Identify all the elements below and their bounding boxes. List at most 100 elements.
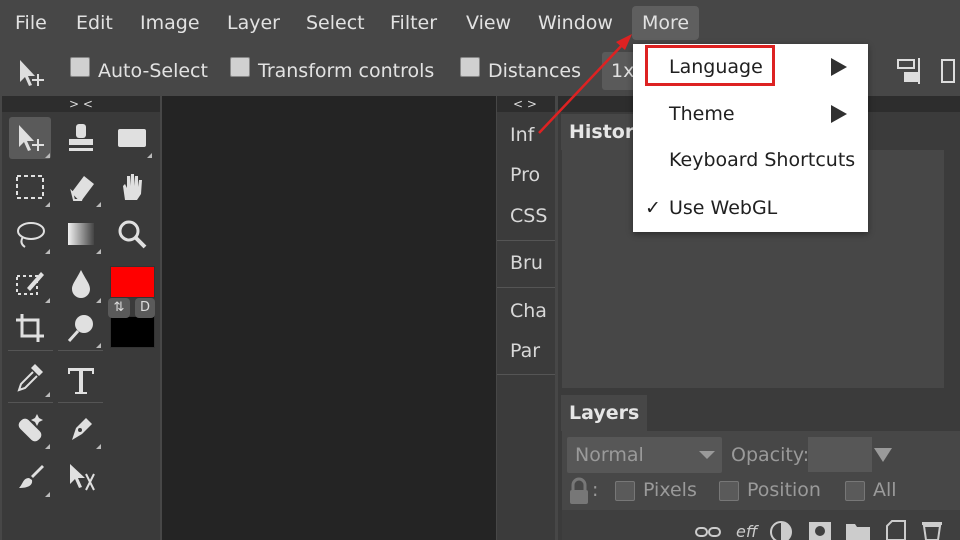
- menu-file[interactable]: File: [15, 6, 47, 40]
- toolbox-divider: [58, 350, 103, 351]
- rect-select-icon: [16, 175, 44, 199]
- lock-icon: [567, 476, 591, 510]
- eyedropper-icon: [17, 364, 43, 392]
- opacity-input[interactable]: [808, 437, 872, 472]
- checkmark-icon: ✓: [645, 197, 661, 219]
- lock-all-label: All: [873, 479, 897, 501]
- trash-icon[interactable]: [920, 519, 944, 540]
- panel-link-brushes[interactable]: Bru: [510, 252, 543, 274]
- gradient-tool-button[interactable]: [60, 213, 102, 255]
- adjustment-layer-icon[interactable]: [769, 520, 793, 540]
- new-layer-icon[interactable]: [884, 520, 908, 540]
- blur-tool-button[interactable]: [60, 262, 102, 304]
- transform-controls-label: Transform controls: [258, 60, 435, 82]
- auto-select-label: Auto-Select: [98, 60, 208, 82]
- distances-checkbox[interactable]: [460, 57, 480, 77]
- brush-tool-button[interactable]: [9, 456, 51, 498]
- magnifier-icon: [118, 220, 147, 249]
- stamp-tool-button[interactable]: [60, 117, 102, 159]
- foreground-color-swatch[interactable]: [110, 266, 155, 298]
- align-right-icon[interactable]: [894, 56, 922, 90]
- bandage-icon: [18, 414, 43, 442]
- hand-icon: [123, 174, 142, 200]
- panel-column-divider: [497, 374, 555, 375]
- auto-select-checkbox[interactable]: [70, 57, 90, 77]
- opacity-label: Opacity:: [731, 444, 810, 466]
- text-icon: [68, 368, 94, 394]
- menu-view[interactable]: View: [466, 6, 511, 40]
- blend-mode-value: Normal: [575, 444, 644, 466]
- menu-filter[interactable]: Filter: [390, 6, 437, 40]
- blend-mode-select[interactable]: Normal: [567, 437, 722, 473]
- eyedropper-tool-button[interactable]: [9, 356, 51, 398]
- menu-bar: File Edit Image Layer Select Filter View…: [0, 0, 960, 46]
- layers-panel-tab[interactable]: Layers: [561, 395, 648, 431]
- swap-colors-button[interactable]: ⇅: [108, 298, 130, 318]
- panel-column-divider: [497, 240, 555, 241]
- toolbox-divider: [58, 402, 103, 403]
- toolbox-divider: [8, 402, 53, 403]
- text-tool-button[interactable]: [60, 360, 102, 402]
- path-select-tool-button[interactable]: [60, 456, 102, 498]
- dodge-tool-button[interactable]: [60, 307, 102, 349]
- background-color-swatch[interactable]: [110, 316, 155, 348]
- opacity-dropdown-arrow[interactable]: [874, 448, 892, 462]
- lock-all-checkbox[interactable]: [845, 481, 865, 501]
- lock-pixels-label: Pixels: [643, 479, 697, 501]
- marquee-tool-button[interactable]: [9, 166, 51, 208]
- quick-select-tool-button[interactable]: [9, 262, 51, 304]
- lasso-icon: [17, 222, 45, 248]
- annotation-arrow: [538, 34, 632, 134]
- toolbox-header[interactable]: > <: [2, 96, 160, 112]
- distribute-icon[interactable]: [934, 56, 958, 90]
- dodge-icon: [67, 315, 93, 343]
- drop-icon: [72, 270, 90, 298]
- zoom-tool-button[interactable]: [111, 213, 153, 255]
- theme-submenu-arrow-icon: [831, 105, 847, 123]
- folder-icon[interactable]: [845, 520, 871, 540]
- lock-position-label: Position: [747, 479, 821, 501]
- path-select-icon: [70, 464, 95, 491]
- effects-button[interactable]: eff: [736, 522, 757, 540]
- hand-tool-button[interactable]: [111, 166, 153, 208]
- panel-link-character[interactable]: Cha: [510, 300, 547, 322]
- pen-tool-button[interactable]: [60, 408, 102, 450]
- menu-image[interactable]: Image: [140, 6, 200, 40]
- pen-icon: [72, 418, 92, 440]
- menu-item-theme[interactable]: Theme: [669, 103, 735, 125]
- link-layers-icon[interactable]: [695, 524, 721, 540]
- panel-link-paragraph[interactable]: Par: [510, 340, 540, 362]
- chevron-down-icon: [699, 451, 715, 459]
- lasso-tool-button[interactable]: [9, 213, 51, 255]
- mask-icon[interactable]: [808, 520, 832, 540]
- language-highlight-box: [645, 45, 775, 86]
- eraser-icon: [70, 176, 94, 201]
- move-tool-button[interactable]: [9, 117, 51, 159]
- quick-select-icon: [16, 272, 44, 295]
- lock-position-checkbox[interactable]: [719, 481, 739, 501]
- canvas-area[interactable]: [162, 96, 496, 540]
- default-colors-button[interactable]: D: [135, 298, 155, 318]
- transform-controls-checkbox[interactable]: [230, 57, 250, 77]
- menu-item-use-webgl[interactable]: Use WebGL: [669, 197, 777, 219]
- menu-edit[interactable]: Edit: [76, 6, 113, 40]
- lock-separator: :: [592, 479, 599, 501]
- panel-link-css[interactable]: CSS: [510, 205, 547, 227]
- crop-tool-button[interactable]: [9, 307, 51, 349]
- gradient-icon: [68, 223, 94, 245]
- brush-icon: [19, 465, 44, 488]
- toolbox-divider: [8, 350, 53, 351]
- healing-tool-button[interactable]: [9, 408, 51, 450]
- lock-pixels-checkbox[interactable]: [615, 481, 635, 501]
- panel-column-divider: [497, 287, 555, 288]
- menu-select[interactable]: Select: [306, 6, 365, 40]
- crop-icon: [16, 314, 44, 342]
- menu-layer[interactable]: Layer: [227, 6, 280, 40]
- shape-tool-button[interactable]: [111, 117, 153, 159]
- eraser-tool-button[interactable]: [60, 166, 102, 208]
- panel-link-properties[interactable]: Pro: [510, 164, 540, 186]
- language-submenu-arrow-icon: [831, 58, 847, 76]
- rectangle-shape-icon: [118, 129, 146, 147]
- menu-item-keyboard-shortcuts[interactable]: Keyboard Shortcuts: [669, 149, 855, 171]
- move-tool-icon: [14, 56, 48, 94]
